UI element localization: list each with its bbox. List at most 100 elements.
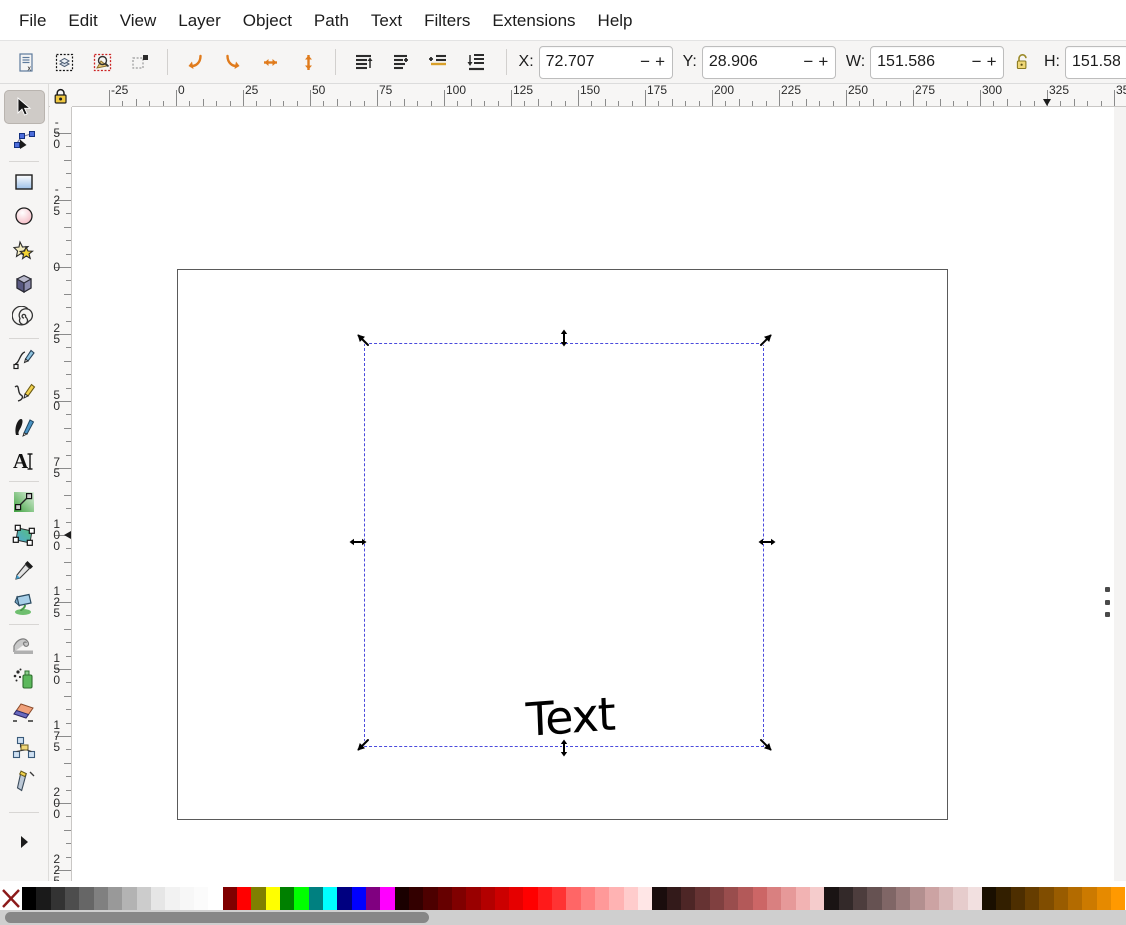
w-field-box[interactable]: − + — [870, 45, 1005, 79]
selector-tool[interactable] — [3, 90, 45, 124]
palette-swatch[interactable] — [494, 887, 510, 910]
palette-swatch[interactable] — [208, 887, 223, 910]
horizontal-scrollbar-thumb[interactable] — [5, 912, 429, 923]
palette-swatch[interactable] — [681, 887, 696, 910]
scale-s-handle[interactable] — [556, 739, 572, 757]
menu-view[interactable]: View — [109, 7, 168, 34]
palette-swatch[interactable] — [380, 887, 395, 910]
rotate-ccw-icon[interactable] — [178, 45, 212, 79]
menu-filters[interactable]: Filters — [413, 7, 481, 34]
palette-swatches[interactable] — [22, 887, 1126, 910]
scale-se-handle[interactable] — [758, 737, 774, 753]
palette-swatch[interactable] — [1096, 887, 1111, 910]
palette-swatch[interactable] — [251, 887, 266, 910]
palette-swatch[interactable] — [50, 887, 65, 910]
h-field-box[interactable] — [1064, 45, 1126, 79]
palette-swatch[interactable] — [294, 887, 309, 910]
x-decrement-button[interactable]: − — [638, 52, 653, 72]
palette-swatch[interactable] — [423, 887, 438, 910]
palette-swatch[interactable] — [996, 887, 1011, 910]
menu-help[interactable]: Help — [587, 7, 644, 34]
menu-file[interactable]: File — [8, 7, 57, 34]
palette-swatch[interactable] — [896, 887, 911, 910]
y-decrement-button[interactable]: − — [801, 52, 816, 72]
palette-swatch[interactable] — [265, 887, 280, 910]
palette-swatch[interactable] — [795, 887, 811, 910]
palette-swatch[interactable] — [953, 887, 968, 910]
palette-swatch[interactable] — [451, 887, 467, 910]
palette-swatch[interactable] — [79, 887, 94, 910]
flip-vertical-icon[interactable] — [292, 45, 326, 79]
y-increment-button[interactable]: + — [816, 52, 831, 72]
palette-swatch[interactable] — [193, 887, 209, 910]
menu-text[interactable]: Text — [360, 7, 413, 34]
palette-swatch[interactable] — [1110, 887, 1126, 910]
palette-swatch[interactable] — [1067, 887, 1083, 910]
palette-swatch[interactable] — [437, 887, 452, 910]
x-spinner[interactable]: − + — [638, 52, 672, 72]
w-spinner[interactable]: − + — [969, 52, 1003, 72]
palette-swatch[interactable] — [523, 887, 538, 910]
rectangle-tool[interactable] — [4, 165, 45, 199]
flip-horizontal-icon[interactable] — [254, 45, 288, 79]
palette-swatch[interactable] — [981, 887, 997, 910]
palette-swatch[interactable] — [638, 887, 653, 910]
palette-swatch[interactable] — [480, 887, 495, 910]
x-input[interactable] — [539, 46, 638, 78]
palette-swatch[interactable] — [580, 887, 596, 910]
menu-object[interactable]: Object — [232, 7, 303, 34]
palette-swatch[interactable] — [1024, 887, 1040, 910]
palette-swatch[interactable] — [308, 887, 323, 910]
palette-swatch[interactable] — [910, 887, 925, 910]
palette-swatch[interactable] — [939, 887, 954, 910]
mesh-gradient-tool[interactable] — [4, 519, 45, 553]
palette-swatch[interactable] — [279, 887, 295, 910]
gradient-tool[interactable] — [4, 485, 45, 519]
dialog-dock-handle[interactable] — [1103, 587, 1111, 617]
measure-tool[interactable] — [4, 764, 45, 798]
palette-swatch[interactable] — [1039, 887, 1054, 910]
y-spinner[interactable]: − + — [801, 52, 835, 72]
palette-swatch[interactable] — [781, 887, 796, 910]
color-palette[interactable] — [0, 887, 1126, 910]
scale-sw-handle[interactable] — [355, 737, 371, 753]
palette-swatch[interactable] — [595, 887, 610, 910]
scale-n-handle[interactable] — [556, 329, 572, 347]
palette-swatch[interactable] — [924, 887, 939, 910]
palette-swatch[interactable] — [136, 887, 151, 910]
scale-e-handle[interactable] — [758, 534, 776, 550]
w-input[interactable] — [871, 46, 970, 78]
ruler-lock-icon[interactable] — [50, 85, 72, 107]
scale-nw-handle[interactable] — [355, 332, 371, 348]
h-input[interactable] — [1065, 46, 1126, 78]
palette-swatch[interactable] — [150, 887, 166, 910]
3dbox-tool[interactable] — [4, 267, 45, 301]
select-all-in-document-icon[interactable]: x — [10, 45, 44, 79]
rotate-cw-icon[interactable] — [216, 45, 250, 79]
canvas-text-object[interactable]: Text — [525, 686, 616, 747]
scale-w-handle[interactable] — [349, 534, 367, 550]
pencil-tool[interactable] — [4, 342, 45, 376]
lower-to-bottom-icon[interactable] — [460, 45, 494, 79]
palette-swatch[interactable] — [107, 887, 123, 910]
palette-swatch[interactable] — [64, 887, 80, 910]
tweak-tool[interactable] — [4, 628, 45, 662]
y-field-box[interactable]: − + — [701, 45, 836, 79]
palette-swatch[interactable] — [738, 887, 753, 910]
eraser-tool[interactable] — [4, 696, 45, 730]
palette-swatch[interactable] — [36, 887, 51, 910]
palette-swatch[interactable] — [222, 887, 237, 910]
star-tool[interactable] — [4, 233, 45, 267]
palette-swatch[interactable] — [351, 887, 366, 910]
palette-swatch[interactable] — [337, 887, 352, 910]
palette-swatch[interactable] — [767, 887, 782, 910]
no-color-swatch[interactable] — [0, 887, 22, 910]
menu-edit[interactable]: Edit — [57, 7, 108, 34]
lock-wh-ratio-icon[interactable] — [1009, 47, 1035, 77]
dropper-tool[interactable] — [4, 553, 45, 587]
palette-swatch[interactable] — [365, 887, 381, 910]
palette-swatch[interactable] — [22, 887, 37, 910]
palette-swatch[interactable] — [165, 887, 180, 910]
palette-swatch[interactable] — [408, 887, 424, 910]
x-increment-button[interactable]: + — [653, 52, 668, 72]
